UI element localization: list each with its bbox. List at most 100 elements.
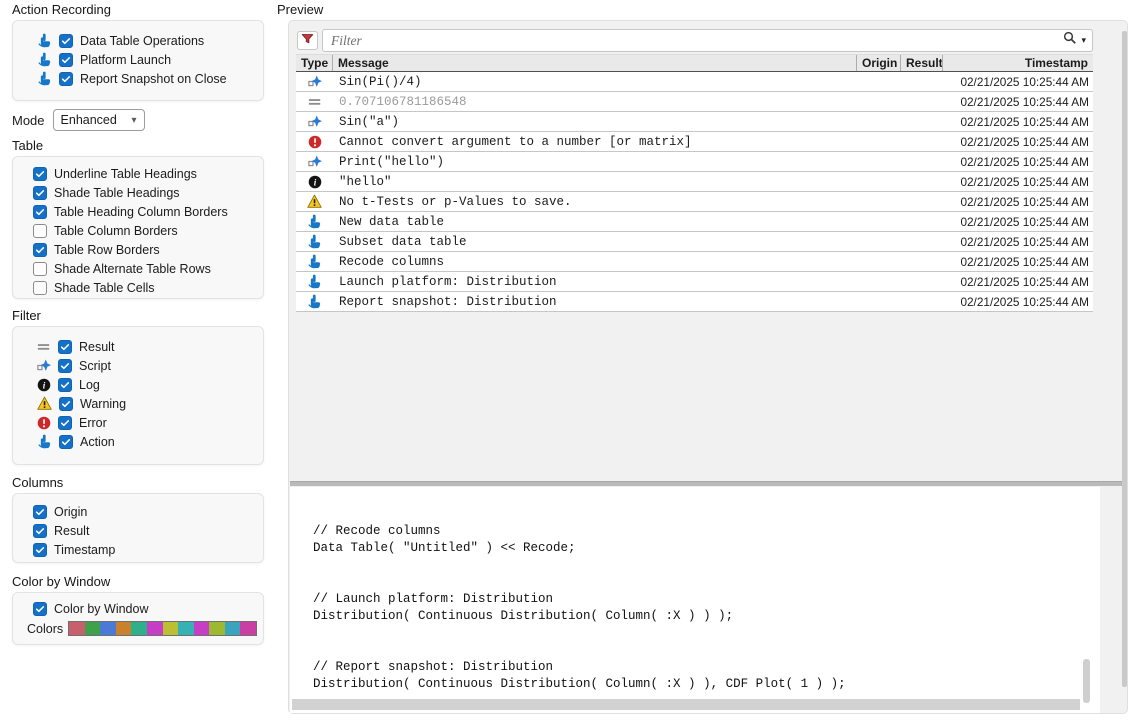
splitter-handle[interactable] [290,481,1126,486]
table-heading: Table [12,138,43,153]
type-cell [296,214,333,229]
checkbox-row: Data Table Operations [19,31,257,50]
warning-icon [307,194,322,209]
timestamp-cell: 02/21/2025 10:25:44 AM [943,235,1093,249]
color-swatch[interactable] [69,622,85,635]
type-cell: i [296,175,333,189]
timestamp-cell: 02/21/2025 10:25:44 AM [943,175,1093,189]
color-swatch[interactable] [163,622,179,635]
checkbox-label: Table Heading Column Borders [54,205,228,219]
log-row[interactable]: Launch platform: Distribution02/21/2025 … [296,272,1093,292]
checkbox[interactable] [33,281,47,295]
checkbox[interactable] [33,543,47,557]
color-swatch[interactable] [178,622,194,635]
checkbox[interactable] [59,72,73,86]
type-cell [296,234,333,249]
checkbox[interactable] [33,524,47,538]
message-cell: Launch platform: Distribution [333,275,857,289]
mode-select[interactable]: Enhanced ▾ [53,109,145,131]
color-swatch[interactable] [225,622,241,635]
search-controls[interactable]: ▾ [1063,31,1092,50]
checkbox[interactable] [33,602,47,616]
column-header[interactable]: Message [333,55,857,71]
timestamp-cell: 02/21/2025 10:25:44 AM [943,255,1093,269]
checkbox[interactable] [33,224,47,238]
log-row[interactable]: Subset data table02/21/2025 10:25:44 AM [296,232,1093,252]
checkbox[interactable] [33,186,47,200]
log-icon: i [37,378,51,392]
checkbox[interactable] [59,34,73,48]
horizontal-scrollbar-thumb[interactable] [292,699,1080,710]
log-row[interactable]: Report snapshot: Distribution02/21/2025 … [296,292,1093,312]
column-header[interactable]: Timestamp [943,55,1093,71]
checkbox-row: Color by Window [19,599,257,618]
chevron-down-icon: ▾ [132,115,137,126]
checkbox[interactable] [58,416,72,430]
script-icon [308,75,322,89]
color-swatch[interactable] [131,622,147,635]
checkbox[interactable] [59,435,73,449]
color-swatch[interactable] [85,622,101,635]
checkbox-row: Error [19,413,257,432]
checkbox-row: Action [19,432,257,451]
color-swatch[interactable] [100,622,116,635]
checkbox-label: Shade Alternate Table Rows [54,262,211,276]
preview-heading: Preview [277,2,323,17]
checkbox[interactable] [33,262,47,276]
action-icon [37,71,52,86]
mode-select-value: Enhanced [61,113,117,127]
message-cell: Print("hello") [333,155,857,169]
type-cell [296,274,333,289]
preview-scrollbar[interactable] [1122,31,1127,687]
vertical-scrollbar-thumb[interactable] [1083,659,1090,703]
checkbox-label: Color by Window [54,602,148,616]
log-row[interactable]: New data table02/21/2025 10:25:44 AM [296,212,1093,232]
log-row[interactable]: Sin("a")02/21/2025 10:25:44 AM [296,112,1093,132]
filter-funnel-button[interactable] [297,31,318,50]
color-swatch[interactable] [240,622,256,635]
checkbox[interactable] [33,205,47,219]
color-swatch[interactable] [209,622,225,635]
checkbox-label: Table Column Borders [54,224,178,238]
checkbox[interactable] [33,167,47,181]
color-swatch[interactable] [194,622,210,635]
checkbox-label: Data Table Operations [80,34,204,48]
log-row[interactable]: Recode columns02/21/2025 10:25:44 AM [296,252,1093,272]
checkbox-label: Table Row Borders [54,243,160,257]
checkbox-label: Result [54,524,89,538]
column-header[interactable]: Type [296,55,333,71]
log-row[interactable]: 0.70710678118654802/21/2025 10:25:44 AM [296,92,1093,112]
checkbox[interactable] [58,340,72,354]
checkbox-label: Platform Launch [80,53,171,67]
error-icon [308,135,322,149]
mode-row: Mode Enhanced ▾ [12,109,145,131]
log-row[interactable]: Sin(Pi()/4)02/21/2025 10:25:44 AM [296,72,1093,92]
column-header[interactable]: Origin [857,55,901,71]
checkbox[interactable] [33,505,47,519]
log-row[interactable]: i"hello"02/21/2025 10:25:44 AM [296,172,1093,192]
type-cell [296,95,333,109]
preview-panel: ▾ TypeMessageOriginResultTimestamp Sin(P… [288,20,1128,714]
checkbox[interactable] [59,397,73,411]
checkbox-label: Origin [54,505,87,519]
checkbox[interactable] [58,378,72,392]
action-icon [307,234,322,249]
script-preview-area[interactable]: // Recode columns Data Table( "Untitled"… [290,487,1100,713]
log-row[interactable]: Cannot convert argument to a number [or … [296,132,1093,152]
column-header[interactable]: Result [901,55,943,71]
color-swatch[interactable] [147,622,163,635]
color-swatch-strip[interactable] [68,621,257,636]
color-swatch[interactable] [116,622,132,635]
type-cell [296,155,333,169]
checkbox[interactable] [33,243,47,257]
log-row[interactable]: No t-Tests or p-Values to save.02/21/202… [296,192,1093,212]
checkbox-row: Shade Table Headings [19,183,257,202]
checkbox[interactable] [58,359,72,373]
log-row[interactable]: Print("hello")02/21/2025 10:25:44 AM [296,152,1093,172]
checkbox-row: Platform Launch [19,50,257,69]
table-panel: Underline Table HeadingsShade Table Head… [12,156,264,299]
message-cell: Sin(Pi()/4) [333,75,857,89]
filter-input[interactable] [323,33,1063,49]
action-recording-heading: Action Recording [12,2,111,17]
checkbox[interactable] [59,53,73,67]
